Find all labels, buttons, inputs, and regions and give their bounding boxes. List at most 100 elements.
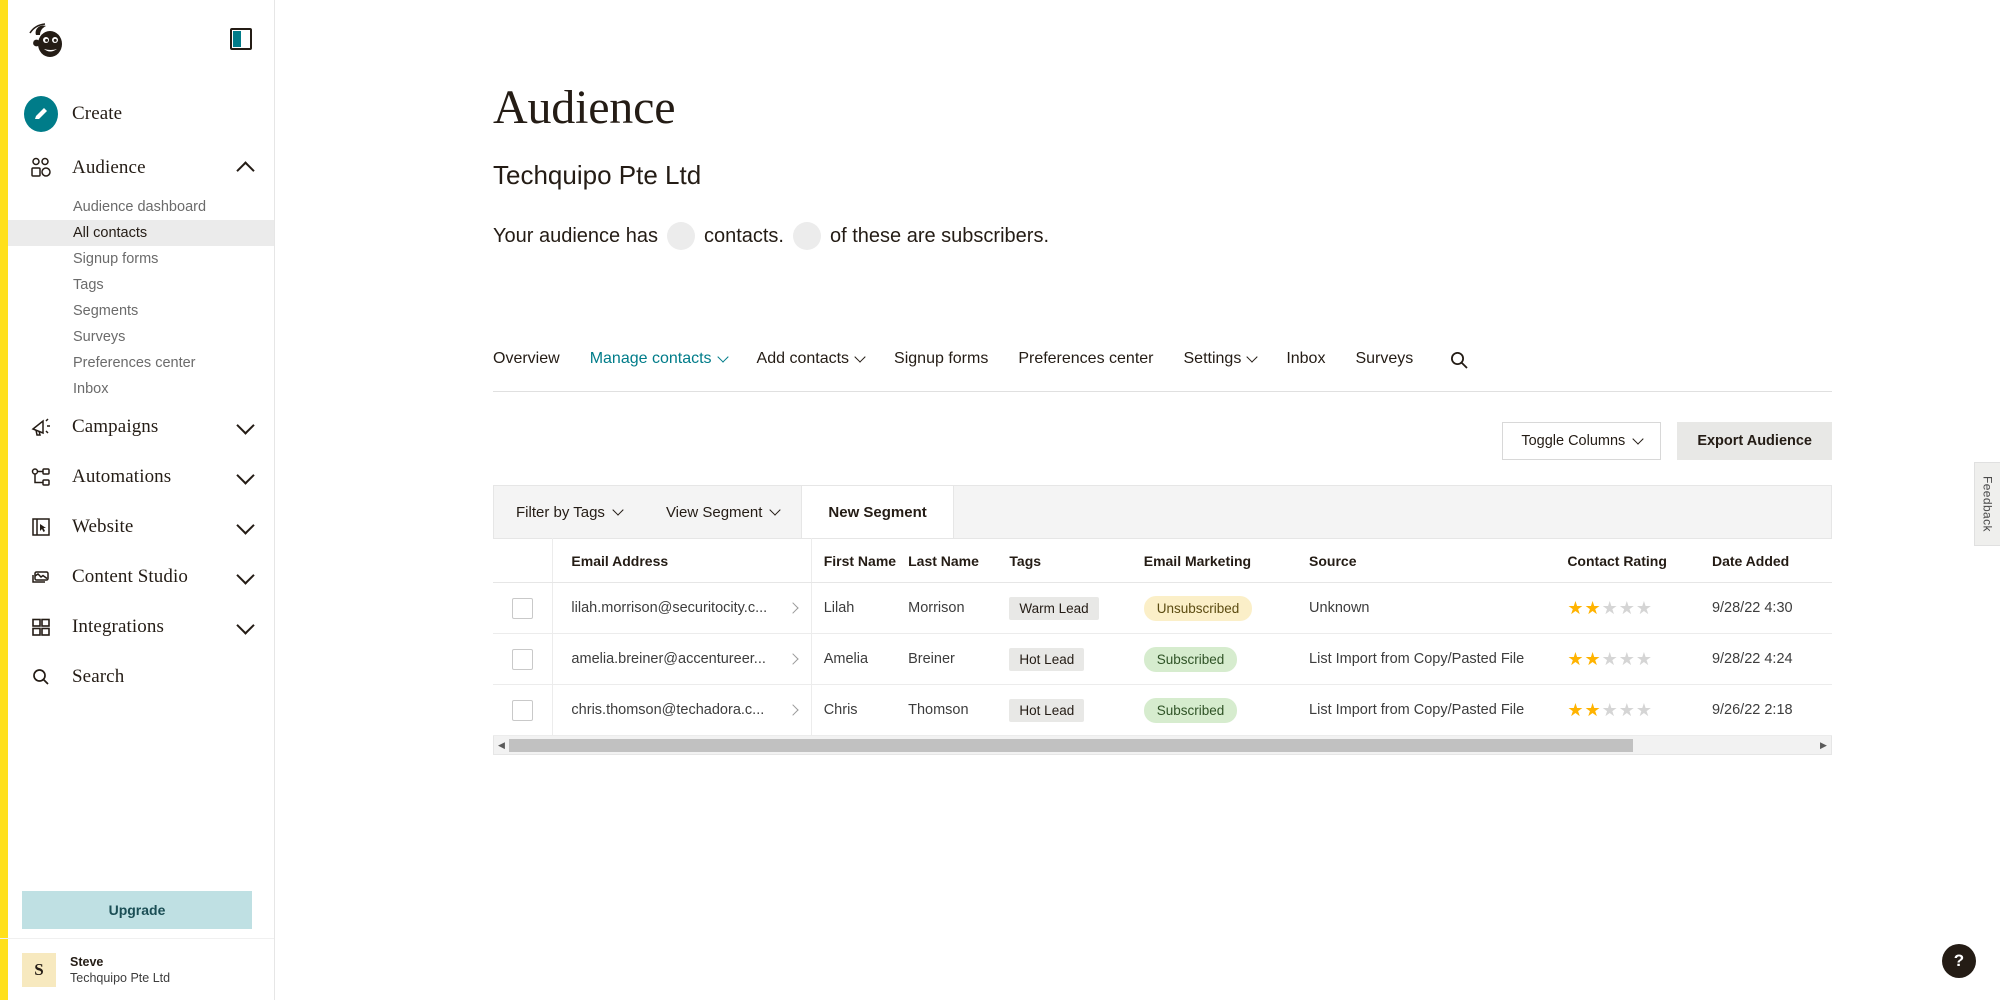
column-header-tags[interactable]: Tags: [1005, 539, 1139, 583]
scroll-right-arrow-icon[interactable]: ▶: [1816, 737, 1831, 754]
rating-stars[interactable]: ★★★★★: [1567, 650, 1708, 668]
sidebar-item-automations[interactable]: Automations: [0, 452, 274, 502]
rating-stars[interactable]: ★★★★★: [1567, 599, 1708, 617]
sidebar-item-search[interactable]: Search: [0, 652, 274, 702]
scroll-left-arrow-icon[interactable]: ◀: [494, 737, 509, 754]
email-cell[interactable]: amelia.breiner@accentureer...: [553, 634, 811, 685]
star-icon[interactable]: ★: [1567, 701, 1583, 719]
sidebar-subitem-all-contacts[interactable]: All contacts: [0, 220, 274, 246]
tab-add-contacts[interactable]: Add contacts: [757, 350, 883, 382]
sidebar-subitem-preferences-center[interactable]: Preferences center: [0, 350, 274, 376]
feedback-tab[interactable]: Feedback: [1974, 462, 2000, 546]
scrollbar-track[interactable]: [509, 739, 1816, 752]
star-icon[interactable]: ★: [1636, 701, 1652, 719]
star-icon[interactable]: ★: [1567, 599, 1583, 617]
audience-org-name: Techquipo Pte Ltd: [493, 160, 701, 191]
sidebar-item-content-studio[interactable]: Content Studio: [0, 552, 274, 602]
tab-surveys[interactable]: Surveys: [1355, 350, 1431, 382]
sidebar-item-website[interactable]: Website: [0, 502, 274, 552]
table-row[interactable]: chris.thomson@techadora.c...ChrisThomson…: [493, 685, 1832, 736]
audience-icon: [24, 151, 58, 185]
help-button[interactable]: ?: [1942, 944, 1976, 978]
filter-by-tags-button[interactable]: Filter by Tags: [494, 486, 644, 538]
mailchimp-logo-icon[interactable]: [28, 21, 70, 61]
star-icon[interactable]: ★: [1602, 599, 1618, 617]
tab-label: Preferences center: [1018, 350, 1153, 368]
email-cell[interactable]: chris.thomson@techadora.c...: [553, 685, 811, 736]
summary-suffix: of these are subscribers.: [830, 225, 1049, 248]
chevron-down-icon[interactable]: [236, 466, 254, 484]
star-icon[interactable]: ★: [1584, 599, 1600, 617]
column-header-email-marketing[interactable]: Email Marketing: [1140, 539, 1305, 583]
sidebar-subitem-segments[interactable]: Segments: [0, 298, 274, 324]
chevron-down-icon[interactable]: [236, 566, 254, 584]
column-header-first-name[interactable]: First Name: [811, 539, 902, 583]
star-icon[interactable]: ★: [1602, 701, 1618, 719]
sidebar-subitem-signup-forms[interactable]: Signup forms: [0, 246, 274, 272]
chevron-down-icon[interactable]: [236, 616, 254, 634]
horizontal-scrollbar[interactable]: ◀ ▶: [493, 736, 1832, 755]
view-segment-label: View Segment: [666, 504, 762, 521]
tab-label: Inbox: [1286, 350, 1325, 368]
column-header-last-name[interactable]: Last Name: [902, 539, 1005, 583]
contact-rating-cell[interactable]: ★★★★★: [1563, 685, 1708, 736]
tab-settings[interactable]: Settings: [1184, 350, 1275, 382]
column-header-date-added[interactable]: Date Added: [1708, 539, 1832, 583]
sidebar-subitem-inbox[interactable]: Inbox: [0, 376, 274, 402]
export-audience-button[interactable]: Export Audience: [1677, 422, 1832, 460]
contact-rating-cell[interactable]: ★★★★★: [1563, 583, 1708, 634]
search-icon[interactable]: [1449, 350, 1469, 387]
toggle-columns-button[interactable]: Toggle Columns: [1502, 422, 1661, 460]
chevron-down-icon: [1633, 433, 1644, 444]
chevron-down-icon[interactable]: [236, 416, 254, 434]
star-icon[interactable]: ★: [1636, 599, 1652, 617]
tag-chip[interactable]: Hot Lead: [1009, 699, 1084, 722]
tag-chip[interactable]: Warm Lead: [1009, 597, 1098, 620]
star-icon[interactable]: ★: [1584, 650, 1600, 668]
contact-rating-cell[interactable]: ★★★★★: [1563, 634, 1708, 685]
tab-manage-contacts[interactable]: Manage contacts: [590, 350, 745, 382]
new-segment-button[interactable]: New Segment: [801, 486, 953, 538]
user-name: Steve: [70, 954, 170, 970]
star-icon[interactable]: ★: [1619, 650, 1635, 668]
rating-stars[interactable]: ★★★★★: [1567, 701, 1708, 719]
chevron-right-icon[interactable]: [787, 602, 798, 613]
table-row[interactable]: amelia.breiner@accentureer...AmeliaBrein…: [493, 634, 1832, 685]
sidebar-subitem-audience-dashboard[interactable]: Audience dashboard: [0, 194, 274, 220]
email-cell[interactable]: lilah.morrison@securitocity.c...: [553, 583, 811, 634]
column-header-contact-rating[interactable]: Contact Rating: [1563, 539, 1708, 583]
row-checkbox[interactable]: [512, 700, 533, 721]
chevron-right-icon[interactable]: [787, 704, 798, 715]
chevron-down-icon[interactable]: [236, 516, 254, 534]
column-header-email-address[interactable]: Email Address: [553, 539, 811, 583]
star-icon[interactable]: ★: [1636, 650, 1652, 668]
sidebar-subitem-tags[interactable]: Tags: [0, 272, 274, 298]
user-account-row[interactable]: S Steve Techquipo Pte Ltd: [0, 938, 274, 1000]
sidebar-subitem-surveys[interactable]: Surveys: [0, 324, 274, 350]
tag-chip[interactable]: Hot Lead: [1009, 648, 1084, 671]
chevron-right-icon[interactable]: [787, 653, 798, 664]
star-icon[interactable]: ★: [1619, 599, 1635, 617]
tab-overview[interactable]: Overview: [493, 350, 578, 382]
row-checkbox[interactable]: [512, 649, 533, 670]
view-segment-button[interactable]: View Segment: [644, 486, 801, 538]
column-header-source[interactable]: Source: [1305, 539, 1563, 583]
table-row[interactable]: lilah.morrison@securitocity.c...LilahMor…: [493, 583, 1832, 634]
row-checkbox[interactable]: [512, 598, 533, 619]
panel-toggle-icon[interactable]: [230, 28, 252, 50]
star-icon[interactable]: ★: [1619, 701, 1635, 719]
sidebar-item-create[interactable]: Create: [0, 86, 274, 142]
sidebar-item-integrations[interactable]: Integrations: [0, 602, 274, 652]
sidebar-item-audience[interactable]: Audience: [0, 142, 274, 194]
tab-preferences-center[interactable]: Preferences center: [1018, 350, 1171, 382]
star-icon[interactable]: ★: [1584, 701, 1600, 719]
star-icon[interactable]: ★: [1602, 650, 1618, 668]
tab-signup-forms[interactable]: Signup forms: [894, 350, 1006, 382]
chevron-up-icon[interactable]: [236, 161, 254, 179]
star-icon[interactable]: ★: [1567, 650, 1583, 668]
scrollbar-thumb[interactable]: [509, 739, 1633, 752]
tab-inbox[interactable]: Inbox: [1286, 350, 1343, 382]
upgrade-button[interactable]: Upgrade: [22, 891, 252, 929]
summary-middle: contacts.: [704, 225, 784, 248]
sidebar-item-campaigns[interactable]: Campaigns: [0, 402, 274, 452]
